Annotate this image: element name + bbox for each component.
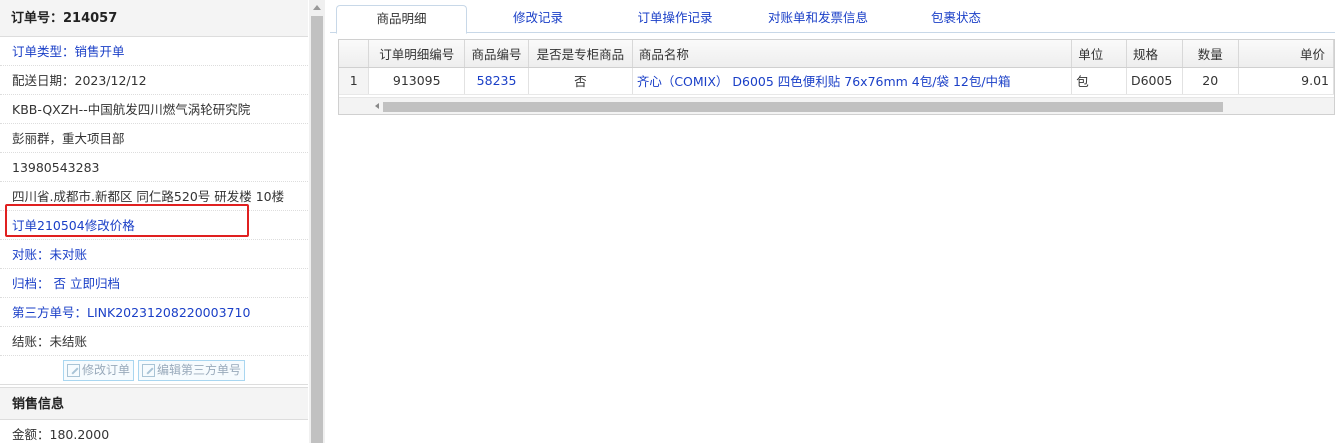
detail-id-cell: 913095	[368, 67, 466, 95]
product-grid: 订单明细编号 商品编号 是否是专柜商品 商品名称 单位 规格 数量 单价 1 9…	[338, 39, 1335, 115]
tab-bar: 商品明细 修改记录 订单操作记录 对账单和发票信息 包裹状态	[330, 0, 1335, 34]
price-change-link[interactable]: 订单210504修改价格	[0, 211, 308, 240]
tab-change-log[interactable]: 修改记录	[490, 5, 586, 33]
tab-product-details[interactable]: 商品明细	[336, 5, 467, 34]
order-actions: 修改订单 编辑第三方单号	[0, 356, 308, 385]
counter-item-cell: 否	[528, 67, 633, 95]
column-header-counter-item[interactable]: 是否是专柜商品	[528, 40, 633, 68]
horizontal-scrollbar-thumb[interactable]	[383, 102, 1223, 112]
left-scrollbar[interactable]	[309, 0, 325, 443]
product-table: 订单明细编号 商品编号 是否是专柜商品 商品名称 单位 规格 数量 单价 1 9…	[339, 40, 1334, 95]
tab-order-operation-log[interactable]: 订单操作记录	[620, 5, 730, 33]
edit-order-label: 修改订单	[81, 362, 130, 377]
table-header-row: 订单明细编号 商品编号 是否是专柜商品 商品名称 单位 规格 数量 单价	[339, 40, 1334, 68]
column-header-detail-id[interactable]: 订单明细编号	[368, 40, 466, 68]
quantity-cell: 20	[1182, 67, 1239, 95]
column-header-product-name[interactable]: 商品名称	[632, 40, 1073, 68]
column-header-product-id[interactable]: 商品编号	[464, 40, 529, 68]
column-header-spec[interactable]: 规格	[1126, 40, 1183, 68]
detail-panel: 商品明细 修改记录 订单操作记录 对账单和发票信息 包裹状态 订单明细编号 商品…	[330, 0, 1335, 443]
column-header-rownum	[339, 40, 370, 68]
order-number-header: 订单号：214057	[0, 0, 308, 37]
archive-row[interactable]: 归档： 否 立即归档	[0, 269, 308, 298]
phone-row: 13980543283	[0, 153, 308, 182]
address-row: 四川省.成都市.新都区 同仁路520号 研发楼 10楼	[0, 182, 308, 211]
edit-third-party-button[interactable]: 编辑第三方单号	[138, 359, 246, 381]
sales-info-header: 销售信息	[0, 387, 308, 420]
table-row[interactable]: 1 913095 58235 否 齐心（COMIX） D6005 四色便利贴 7…	[339, 67, 1334, 95]
reconciliation-row[interactable]: 对账：未对账	[0, 240, 308, 269]
tab-package-status[interactable]: 包裹状态	[906, 5, 1006, 33]
edit-third-party-label: 编辑第三方单号	[157, 362, 242, 377]
edit-icon	[66, 363, 80, 377]
unit-cell: 包	[1071, 67, 1127, 95]
scrollbar-thumb[interactable]	[311, 16, 323, 443]
order-info-panel: 订单号：214057 订单类型：销售开单 配送日期：2023/12/12 KBB…	[0, 0, 325, 443]
unit-price-cell: 9.01	[1238, 67, 1334, 95]
column-header-quantity[interactable]: 数量	[1182, 40, 1239, 68]
edit-icon	[142, 363, 155, 377]
horizontal-scrollbar[interactable]	[339, 97, 1334, 114]
customer-row: KBB-QXZH--中国航发四川燃气涡轮研究院	[0, 95, 308, 124]
settlement-row: 结账：未结账	[0, 327, 308, 356]
amount-row: 金额：180.2000	[0, 420, 308, 443]
scroll-left-arrow-icon[interactable]	[375, 103, 379, 109]
product-name-link[interactable]: 齐心（COMIX） D6005 四色便利贴 76x76mm 4包/袋 12包/中…	[632, 67, 1073, 95]
tab-statement-invoice[interactable]: 对账单和发票信息	[748, 5, 888, 33]
spec-cell: D6005	[1126, 67, 1183, 95]
product-id-link[interactable]: 58235	[464, 67, 529, 95]
column-header-unit-price[interactable]: 单价	[1238, 40, 1334, 68]
third-party-number-row[interactable]: 第三方单号：LINK20231208220003710	[0, 298, 308, 327]
column-header-unit[interactable]: 单位	[1071, 40, 1127, 68]
order-type-row[interactable]: 订单类型：销售开单	[0, 37, 308, 66]
delivery-date-row: 配送日期：2023/12/12	[0, 66, 308, 95]
contact-row: 彭丽群，重大项目部	[0, 124, 308, 153]
row-number: 1	[339, 67, 370, 95]
scroll-up-arrow-icon[interactable]	[313, 5, 321, 10]
edit-order-button[interactable]: 修改订单	[62, 359, 134, 381]
